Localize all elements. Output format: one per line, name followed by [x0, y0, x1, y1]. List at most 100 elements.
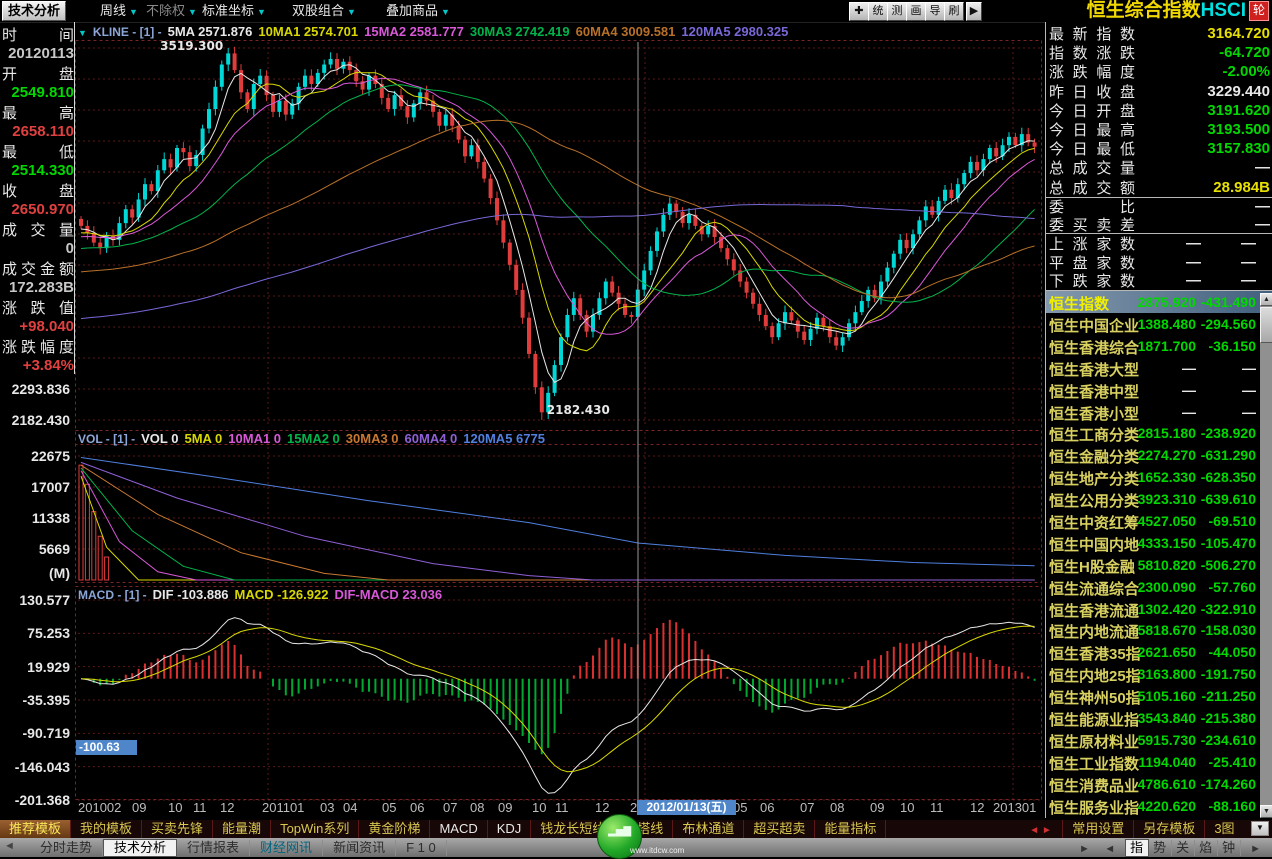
toolbar-menu-5[interactable]: 叠加商品▼ [386, 3, 450, 20]
template-tab-MACD[interactable]: MACD [430, 820, 487, 838]
tool-button-画[interactable]: 画 [906, 2, 926, 21]
index-list-item[interactable]: 恒生H股金融5810.820-506.270 [1046, 554, 1272, 576]
quote-value: -64.720 [1135, 44, 1270, 61]
tool-button-刷[interactable]: 刷 [944, 2, 964, 21]
index-list-item[interactable]: 恒生金融分类2274.270-631.290 [1046, 444, 1272, 466]
info-label: 成交金额 [2, 260, 74, 279]
quick-button-钟[interactable]: 钟 [1218, 840, 1241, 856]
view-tab-分时走势[interactable]: 分时走势 [30, 840, 103, 856]
index-list-item[interactable]: 恒生服务业指4220.620-88.160 [1046, 795, 1272, 817]
quote-row: 今日开盘3191.620 [1046, 101, 1272, 120]
quote-label: 今日最低 [1049, 138, 1135, 159]
view-tab-财经网讯[interactable]: 财经网讯 [250, 840, 323, 856]
index-list-item[interactable]: 恒生内地流通5818.670-158.030 [1046, 619, 1272, 641]
scroll-up-icon[interactable]: ▲ [1260, 293, 1272, 306]
breadth-value: — [1201, 235, 1270, 252]
y-axis-label: -35.395 [0, 693, 70, 707]
x-axis-label: 11 [930, 801, 944, 815]
tab-action-另存模板[interactable]: 另存模板 [1133, 820, 1204, 838]
index-change: -294.560 [1201, 316, 1256, 332]
tool-button-测[interactable]: 测 [887, 2, 907, 21]
template-tab-推荐模板[interactable]: 推荐模板 [0, 820, 71, 838]
index-change: -631.290 [1201, 447, 1256, 463]
template-dropdown[interactable]: ▼ [1251, 821, 1269, 836]
wheel-badge-icon[interactable]: 轮 [1249, 1, 1269, 21]
status-far-right-arrow-icon[interactable]: ► [1250, 843, 1261, 855]
index-list-item[interactable]: 恒生内地25指3163.800-191.750 [1046, 663, 1272, 685]
template-tab-布林通道[interactable]: 布林通道 [673, 820, 744, 838]
template-tab-TopWin系列[interactable]: TopWin系列 [271, 820, 359, 838]
quick-button-关[interactable]: 关 [1172, 840, 1195, 856]
toolbar-menu-3[interactable]: 标准坐标▼ [202, 3, 266, 20]
menu-label: 不除权 [146, 3, 185, 18]
info-row-2: 开盘2549.810 [2, 64, 74, 103]
y-axis-label: 22675 [0, 449, 70, 463]
expand-button[interactable]: ▶ [966, 2, 982, 21]
index-list-item[interactable]: 恒生香港小型—— [1046, 401, 1272, 423]
toolbar-menu-2[interactable]: 不除权▼ [146, 3, 197, 20]
analysis-mode-button[interactable]: 技术分析 [2, 1, 66, 21]
x-axis-label: 11 [193, 801, 207, 815]
tab-scroll-arrows[interactable]: ◄ ► [1029, 825, 1052, 836]
index-list-item[interactable]: 恒生原材料业5915.730-234.610 [1046, 729, 1272, 751]
template-tab-KDJ[interactable]: KDJ [488, 820, 532, 838]
indicator-value: 60MA4 3009.581 [576, 24, 676, 39]
tool-button-统[interactable]: 统 [868, 2, 888, 21]
scroll-down-icon[interactable]: ▼ [1260, 805, 1272, 818]
panel-divider [74, 22, 75, 374]
index-value: 5818.670 [1138, 622, 1196, 638]
index-list-item[interactable]: 恒生公用分类3923.310-639.610 [1046, 488, 1272, 510]
volume-header: VOL - [1] -VOL 05MA 010MA1 015MA2 030MA3… [78, 432, 551, 446]
template-tab-买卖先锋[interactable]: 买卖先锋 [142, 820, 213, 838]
indicator-value: VOL 0 [141, 431, 178, 446]
tab-action-3图[interactable]: 3图 [1204, 820, 1243, 838]
template-tab-我的模板[interactable]: 我的模板 [71, 820, 142, 838]
index-list-item[interactable]: 恒生消费品业4786.610-174.260 [1046, 773, 1272, 795]
move-tool-icon[interactable]: ✚ [849, 2, 869, 21]
index-list-item[interactable]: 恒生香港流通1302.420-322.910 [1046, 598, 1272, 620]
quick-button-指[interactable]: 指 [1125, 839, 1149, 857]
view-tab-F 1 0[interactable]: F 1 0 [396, 840, 447, 856]
view-tab-新闻资讯[interactable]: 新闻资讯 [323, 840, 396, 856]
status-right-arrow-icon[interactable]: ► [1079, 843, 1090, 855]
template-tab-黄金阶梯[interactable]: 黄金阶梯 [359, 820, 430, 838]
index-list-item[interactable]: 恒生香港中型—— [1046, 379, 1272, 401]
index-list-item[interactable]: 恒生香港综合1871.700-36.150 [1046, 335, 1272, 357]
breadth-mid-value: — [1135, 235, 1201, 252]
toolbar-menu-1[interactable]: 周线▼ [100, 3, 138, 20]
scrollbar-thumb[interactable] [1260, 307, 1272, 343]
index-list-scrollbar[interactable]: ▲ ▼ [1260, 293, 1272, 818]
index-list-item[interactable]: 恒生指数2875.920-431.490 [1046, 291, 1272, 313]
template-tab-能量指标[interactable]: 能量指标 [815, 820, 886, 838]
quick-button-焰[interactable]: 焰 [1195, 840, 1218, 856]
index-list-item[interactable]: 恒生中国企业1388.480-294.560 [1046, 313, 1272, 335]
index-list-item[interactable]: 恒生香港35指2621.650-44.050 [1046, 641, 1272, 663]
index-list-item[interactable]: 恒生能源业指3543.840-215.380 [1046, 707, 1272, 729]
status-left-arrow-icon[interactable]: ◄ [4, 840, 15, 852]
indicator-name: VOL - [1] - [78, 432, 135, 446]
kline-chart[interactable]: 3519.3002182.430 [75, 22, 1045, 822]
tool-button-导[interactable]: 导 [925, 2, 945, 21]
index-value: 3163.800 [1138, 666, 1196, 682]
info-value: +3.84% [2, 357, 74, 375]
index-list-item[interactable]: 恒生工业指数1194.040-25.410 [1046, 751, 1272, 773]
view-tab-行情报表[interactable]: 行情报表 [177, 840, 250, 856]
template-tab-能量潮[interactable]: 能量潮 [213, 820, 271, 838]
template-tab-超买超卖[interactable]: 超买超卖 [744, 820, 815, 838]
index-list-item[interactable]: 恒生香港大型—— [1046, 357, 1272, 379]
x-axis-label: 07 [800, 801, 814, 815]
info-label: 最高 [2, 104, 74, 123]
index-list-item[interactable]: 恒生中资红筹4527.050-69.510 [1046, 510, 1272, 532]
index-list-item[interactable]: 恒生地产分类1652.330-628.350 [1046, 466, 1272, 488]
view-tab-技术分析[interactable]: 技术分析 [103, 839, 177, 857]
index-list-item[interactable]: 恒生工商分类2815.180-238.920 [1046, 422, 1272, 444]
index-list-item[interactable]: 恒生中国内地4333.150-105.470 [1046, 532, 1272, 554]
index-change: -506.270 [1201, 557, 1256, 573]
index-list-item[interactable]: 恒生流通综合2300.090-57.760 [1046, 576, 1272, 598]
quick-button-势[interactable]: 势 [1149, 840, 1172, 856]
status-left2-arrow-icon[interactable]: ◄ [1104, 843, 1115, 855]
tab-action-常用设置[interactable]: 常用设置 [1062, 820, 1133, 838]
index-list-item[interactable]: 恒生神州50指5105.160-211.250 [1046, 685, 1272, 707]
board-value: — [1135, 198, 1270, 215]
toolbar-menu-4[interactable]: 双股组合▼ [292, 3, 356, 20]
